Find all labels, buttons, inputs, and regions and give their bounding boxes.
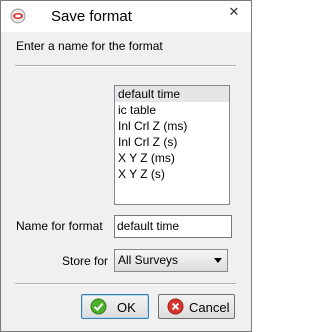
prompt-text: Enter a name for the format — [16, 39, 163, 53]
save-format-dialog: Save format ✕ Enter a name for the forma… — [0, 0, 252, 332]
cancel-label: Cancel — [189, 300, 230, 315]
cancel-icon — [167, 298, 184, 315]
list-item[interactable]: X Y Z (s) — [115, 166, 229, 182]
chevron-down-icon — [214, 258, 222, 263]
store-for-select[interactable]: All Surveys — [114, 249, 228, 272]
check-icon — [90, 298, 107, 315]
store-for-label: Store for — [62, 254, 109, 268]
list-item[interactable]: ic table — [115, 102, 229, 118]
name-for-format-label: Name for format — [16, 219, 103, 233]
title-bar[interactable]: Save format ✕ — [1, 1, 251, 32]
close-icon[interactable]: ✕ — [217, 1, 251, 23]
format-list[interactable]: default time ic table Inl Crl Z (ms) Inl Cr… — [114, 85, 230, 205]
top-divider — [15, 65, 236, 67]
ok-label: OK — [117, 300, 136, 315]
list-item[interactable]: Inl Crl Z (s) — [115, 134, 229, 150]
bottom-divider — [15, 283, 236, 285]
cancel-button[interactable]: Cancel — [158, 294, 235, 319]
format-name-input[interactable] — [114, 215, 232, 238]
list-item[interactable]: X Y Z (ms) — [115, 150, 229, 166]
store-for-value: All Surveys — [118, 253, 179, 267]
list-item[interactable]: Inl Crl Z (ms) — [115, 118, 229, 134]
window-title: Save format — [51, 8, 132, 25]
app-icon — [10, 8, 26, 24]
ok-button[interactable]: OK — [81, 294, 149, 319]
list-item[interactable]: default time — [115, 86, 229, 102]
